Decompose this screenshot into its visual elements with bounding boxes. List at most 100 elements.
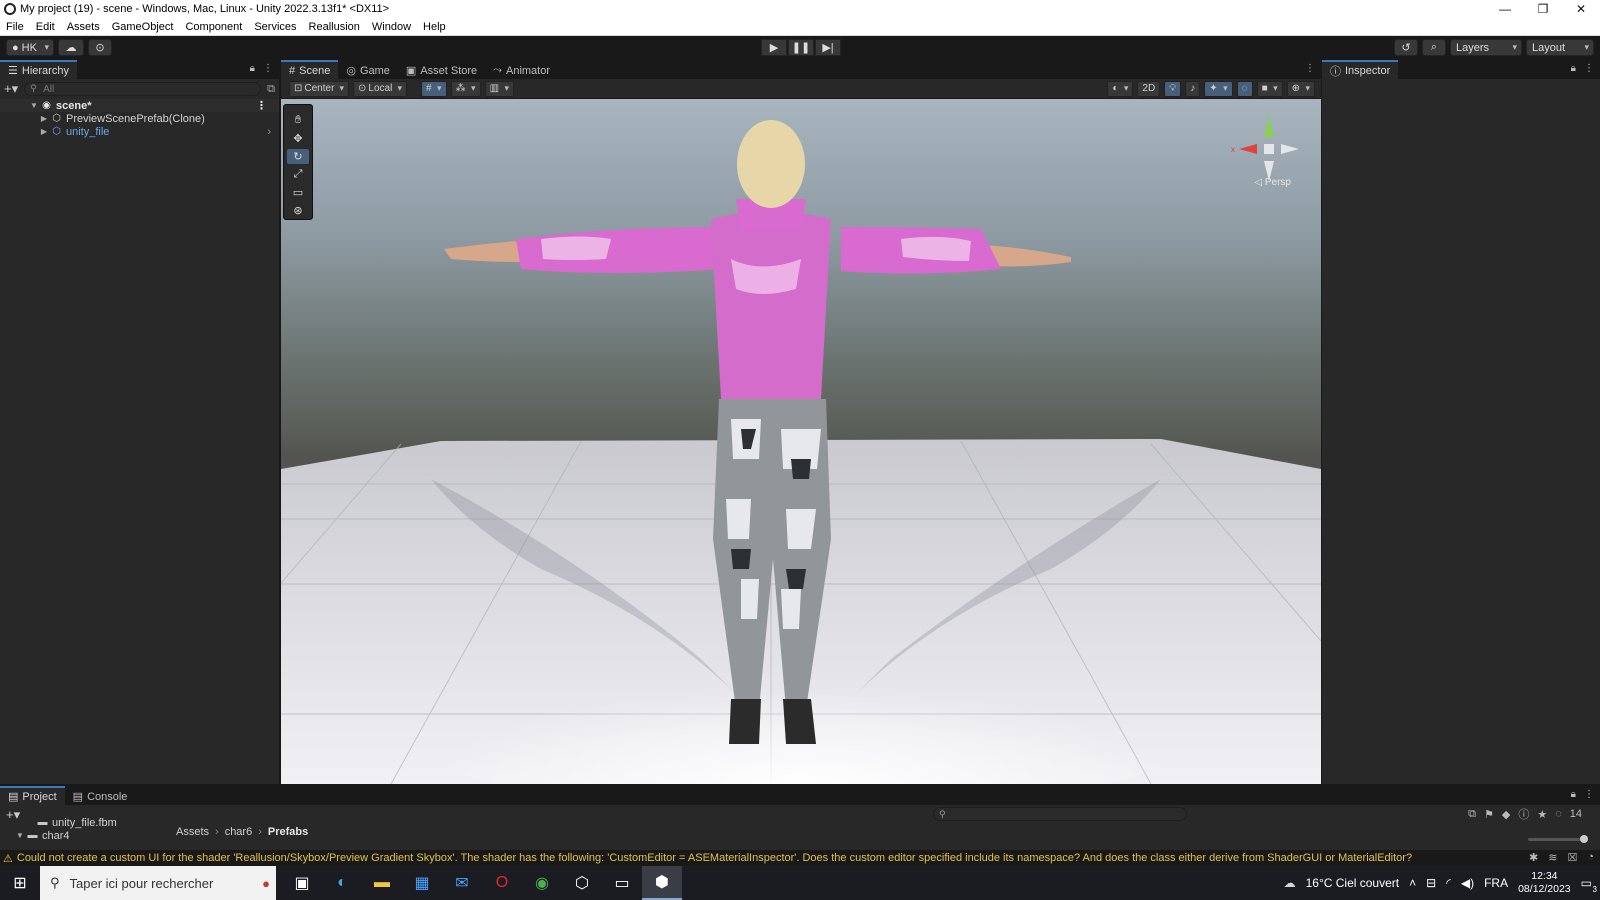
mail-app[interactable]: ✉ <box>442 866 482 900</box>
favorite-star-icon[interactable]: ★ <box>1537 808 1547 821</box>
collapse-arrow-icon[interactable]: ▶ <box>38 114 50 123</box>
scene-menu-icon[interactable]: ⋮ <box>256 99 267 112</box>
menu-window[interactable]: Window <box>366 18 417 36</box>
search-by-label-icon[interactable]: ⚑ <box>1484 808 1494 821</box>
unity-editor-app[interactable]: ⬢ <box>642 866 682 900</box>
task-view-button[interactable]: ▣ <box>282 866 322 900</box>
cache-icon[interactable]: ≋ <box>1548 851 1557 864</box>
zoom-slider[interactable] <box>1528 835 1588 843</box>
more-options-icon[interactable]: ⋮ <box>263 63 273 74</box>
menu-reallusion[interactable]: Reallusion <box>303 18 366 36</box>
tab-asset-store[interactable]: ▣ Asset Store <box>397 60 486 79</box>
more-options-icon[interactable]: ⋮ <box>1584 63 1594 74</box>
tab-game[interactable]: ◎ Game <box>338 60 398 79</box>
search-by-type-icon[interactable]: ⧉ <box>1468 808 1476 821</box>
rotate-tool-icon[interactable]: ↻ <box>287 149 309 164</box>
tree-row-unity-file[interactable]: ▶ ⬡ unity_file › <box>0 125 279 138</box>
more-options-icon[interactable]: ⋮ <box>1584 789 1594 800</box>
tab-scene[interactable]: # Scene <box>281 60 339 79</box>
tab-animator[interactable]: ⤳ Animator <box>485 60 559 79</box>
unity-hub-app[interactable]: ⬡ <box>562 866 602 900</box>
volume-icon[interactable]: ◀) <box>1461 876 1474 890</box>
more-options-icon[interactable]: ⋮ <box>1305 63 1315 74</box>
progress-icon[interactable]: ◔ <box>1587 851 1594 864</box>
project-search-input[interactable]: ⚲ <box>933 807 1187 821</box>
collapse-arrow-icon[interactable]: ▶ <box>38 127 50 136</box>
layout-dropdown[interactable]: Layout <box>1526 39 1594 56</box>
tree-row-scene[interactable]: ▼ ◉ scene* ⋮ <box>0 99 279 112</box>
breadcrumb-prefabs[interactable]: Prefabs <box>268 826 308 838</box>
expand-arrow-icon[interactable]: ▼ <box>28 101 40 110</box>
breadcrumb-assets[interactable]: Assets <box>176 826 209 838</box>
ruler-dropdown[interactable]: ▥ <box>484 80 515 97</box>
store-app[interactable]: ▦ <box>402 866 442 900</box>
debug-icon[interactable]: ✱ <box>1529 851 1538 864</box>
move-tool-icon[interactable]: ✥ <box>287 131 309 146</box>
menu-gameobject[interactable]: GameObject <box>106 18 180 36</box>
camera-dropdown[interactable]: ■ <box>1256 80 1283 97</box>
menu-edit[interactable]: Edit <box>30 18 61 36</box>
toggle-2d-button[interactable]: 2D <box>1137 80 1161 97</box>
transform-tool-icon[interactable]: ⊛ <box>287 203 309 218</box>
grid-snap-dropdown[interactable]: # <box>421 80 447 97</box>
status-bar[interactable]: ⚠ Could not create a custom UI for the s… <box>0 850 1600 866</box>
play-button[interactable]: ▶ <box>761 39 787 56</box>
tab-hierarchy[interactable]: ☰ Hierarchy <box>0 60 77 79</box>
space-dropdown[interactable]: ⊙ Local <box>353 80 407 97</box>
tab-project[interactable]: ▤ Project <box>0 786 65 805</box>
opera-app[interactable]: O <box>482 866 522 900</box>
tag-icon[interactable]: ◆ <box>1502 808 1510 821</box>
rect-tool-icon[interactable]: ▭ <box>287 185 309 200</box>
effects-dropdown[interactable]: ✦ <box>1204 80 1233 97</box>
lock-icon[interactable]: 🔒︎ <box>250 63 255 74</box>
minimize-button[interactable]: — <box>1486 0 1524 18</box>
layers-dropdown[interactable]: Layers <box>1450 39 1522 56</box>
pivot-dropdown[interactable]: ⊡ Center <box>289 80 349 97</box>
search-button[interactable]: ⌕ <box>1422 39 1446 56</box>
notifications-icon[interactable]: ▭ 3 <box>1581 876 1597 894</box>
menu-assets[interactable]: Assets <box>61 18 106 36</box>
collab-button[interactable]: ⊙ <box>88 39 112 56</box>
menu-component[interactable]: Component <box>179 18 248 36</box>
language-indicator[interactable]: FRA <box>1484 876 1508 890</box>
hierarchy-search-input[interactable]: ⚲ All <box>24 82 262 96</box>
tree-row-fbm[interactable]: ▬ unity_file.fbm <box>0 816 170 829</box>
edge-app[interactable]: ◐ <box>322 866 362 900</box>
history-button[interactable]: ↺ <box>1394 39 1418 56</box>
tab-inspector[interactable]: ⓘ Inspector <box>1322 60 1399 79</box>
menu-services[interactable]: Services <box>248 18 302 36</box>
lighting-toggle[interactable]: 💡︎ <box>1164 80 1182 97</box>
usb-icon[interactable]: ⊟ <box>1426 876 1436 890</box>
increment-snap-dropdown[interactable]: ⁂ <box>450 80 481 97</box>
add-dropdown[interactable]: +▾ <box>4 81 18 97</box>
gizmos-dropdown[interactable]: ⊕ <box>1286 80 1315 97</box>
expand-arrow-icon[interactable]: ▼ <box>14 831 26 840</box>
account-dropdown[interactable]: ● HK <box>6 39 54 56</box>
hidden-packages-icon[interactable]: ◌ <box>1555 808 1562 820</box>
generic-app[interactable]: ▭ <box>602 866 642 900</box>
zoom-slider-thumb[interactable] <box>1580 835 1588 843</box>
chrome-app[interactable]: ◉ <box>522 866 562 900</box>
pause-button[interactable]: ❚❚ <box>788 39 814 56</box>
menu-help[interactable]: Help <box>417 18 452 36</box>
wifi-icon[interactable]: ◜ <box>1446 876 1451 890</box>
chevron-right-icon[interactable]: › <box>267 126 271 138</box>
audio-toggle[interactable]: ♪ <box>1185 80 1201 97</box>
lock-icon[interactable]: 🔒︎ <box>1571 63 1576 74</box>
draw-mode-dropdown[interactable]: ◐ <box>1107 80 1134 97</box>
tab-console[interactable]: ▤ Console <box>64 786 136 805</box>
menu-file[interactable]: File <box>0 18 30 36</box>
weather-icon[interactable]: ☁ <box>1284 876 1296 890</box>
hand-tool-icon[interactable]: ✋︎ <box>287 113 309 128</box>
cloud-button[interactable]: ☁ <box>58 39 84 56</box>
scene-viewport[interactable]: ✋︎ ✥ ↻ ⤢ ▭ ⊛ y x ◁ Persp <box>281 99 1321 784</box>
maximize-button[interactable]: ❐ <box>1524 0 1562 18</box>
taskbar-search[interactable]: ⚲ Taper ici pour rechercher ● <box>40 866 276 900</box>
breadcrumb-char6[interactable]: char6 <box>225 826 253 838</box>
weather-text[interactable]: 16°C Ciel couvert <box>1306 876 1400 890</box>
bug-icon[interactable]: ☒ <box>1567 851 1577 864</box>
clock[interactable]: 12:34 08/12/2023 <box>1518 870 1571 896</box>
tree-row-preview-prefab[interactable]: ▶ ⬡ PreviewScenePrefab(Clone) <box>0 112 279 125</box>
tree-row-char4[interactable]: ▼ ▬ char4 <box>0 829 170 842</box>
scene-visibility-icon[interactable]: ⧉ <box>267 83 275 96</box>
